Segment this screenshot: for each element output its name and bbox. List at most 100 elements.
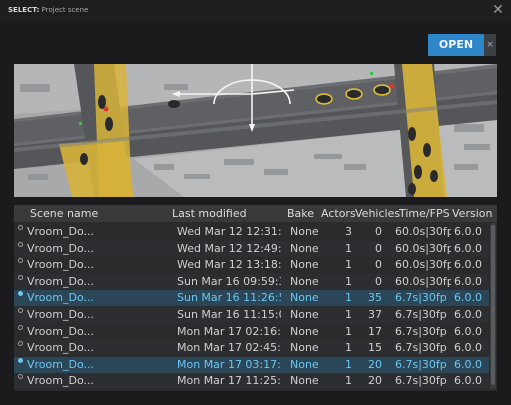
window-title: SELECT: Project scene [8,6,88,14]
scene-table: Scene name Last modified Bake Actors Veh… [14,205,497,391]
cell-actors: 1 [345,341,352,355]
cell-version: 6.0.0 [454,324,482,338]
cell-name: Vroom_Do... [27,341,94,355]
cell-name: Vroom_Do... [27,291,94,305]
cell-bake: None [290,258,319,272]
cell-time: 6.7s|30fp [395,341,447,355]
table-row[interactable]: Vroom_Do... Wed Mar 12 12:49:4 None 1 0 60.0s… [14,240,489,257]
table-row[interactable]: Vroom_Do... Mon Mar 17 03:17:3 None 1 20 6.7s… [14,356,489,373]
row-radio-icon[interactable] [18,341,23,347]
cell-version: 6.0.0 [454,374,482,388]
cell-version: 6.0.0 [454,274,482,288]
column-header-scene-name[interactable]: Scene name [30,207,98,220]
cell-bake: None [290,308,319,321]
cell-modified: Wed Mar 12 12:49:4 [177,241,281,255]
scene-preview-image [14,64,497,197]
cell-name: Vroom_Do... [27,274,94,288]
column-header-actors[interactable]: Actors [321,207,356,220]
cell-version: 6.0.0 [454,341,482,355]
row-radio-icon[interactable] [18,324,23,330]
cell-actors: 1 [345,241,352,255]
row-radio-icon[interactable] [18,308,23,313]
cell-modified: Sun Mar 16 11:26:5 [177,291,281,305]
cell-name: Vroom_Do... [27,324,94,338]
row-radio-icon[interactable] [18,291,23,297]
cell-name: Vroom_Do... [27,308,94,321]
cell-modified: Sun Mar 16 09:59:3 [177,274,281,288]
cell-bake: None [290,341,319,355]
column-header-bake[interactable]: Bake [287,207,314,220]
column-header-version[interactable]: Version [452,207,492,220]
cell-modified: Mon Mar 17 02:16:1 [177,324,281,338]
cell-time: 60.0s|30fp [395,225,451,238]
row-radio-icon[interactable] [18,241,23,247]
title-bar: SELECT: Project scene ✕ [0,0,511,22]
cell-actors: 1 [345,374,352,388]
table-row[interactable]: Vroom_Do... Wed Mar 12 13:18:4 None 1 0 60.0s… [14,257,489,273]
cell-time: 6.7s|30fp [395,374,447,388]
row-radio-icon[interactable] [18,274,23,280]
table-row[interactable]: Vroom_Do... Wed Mar 12 12:31:5 None 3 0 60.0s… [14,224,489,240]
cell-actors: 1 [345,357,352,371]
cell-name: Vroom_Do... [27,357,94,371]
cell-bake: None [290,241,319,255]
cell-version: 6.0.0 [454,225,482,238]
table-header: Scene name Last modified Bake Actors Veh… [14,205,497,222]
cell-vehicles: 0 [375,274,382,288]
table-row[interactable]: Vroom_Do... Mon Mar 17 02:45:4 None 1 15 6.7s… [14,340,489,357]
cell-modified: Mon Mar 17 11:25:5 [177,374,281,388]
table-row[interactable]: Vroom_Do... Sun Mar 16 11:15:0 None 1 37 6.7s… [14,307,489,323]
cell-name: Vroom_Do... [27,374,94,388]
cell-actors: 3 [345,225,352,238]
cell-actors: 1 [345,258,352,272]
row-radio-icon[interactable] [18,357,23,363]
cell-modified: Mon Mar 17 03:17:3 [177,357,281,371]
cell-modified: Sun Mar 16 11:15:0 [177,308,281,321]
table-row[interactable]: Vroom_Do... Mon Mar 17 11:25:5 None 1 20 6.7s… [14,373,489,390]
cell-time: 6.7s|30fp [395,357,447,371]
cell-vehicles: 20 [368,374,382,388]
open-options-button[interactable]: × [484,34,496,56]
row-radio-icon[interactable] [18,258,23,264]
cell-modified: Wed Mar 12 13:18:4 [177,258,281,272]
cell-modified: Wed Mar 12 12:31:5 [177,225,281,238]
table-row[interactable]: Vroom_Do... Sun Mar 16 09:59:3 None 1 0 60.0s… [14,273,489,290]
vertical-scrollbar[interactable] [490,223,496,389]
cell-time: 6.7s|30fp [395,308,447,321]
cell-name: Vroom_Do... [27,258,94,272]
row-radio-icon[interactable] [18,374,23,380]
close-icon[interactable]: ✕ [491,3,505,17]
cell-vehicles: 20 [368,357,382,371]
column-header-last-modified[interactable]: Last modified [172,207,247,220]
cell-time: 60.0s|30fp [395,241,451,255]
window-title-subtitle: Project scene [41,6,89,14]
cell-bake: None [290,274,319,288]
cell-time: 6.7s|30fp [395,291,447,305]
table-row[interactable]: Vroom_Do... Sun Mar 16 11:26:5 None 1 35 6.7s… [14,290,489,307]
cell-bake: None [290,374,319,388]
cell-bake: None [290,357,319,371]
cell-actors: 1 [345,291,352,305]
cell-bake: None [290,225,319,238]
cell-name: Vroom_Do... [27,241,94,255]
cell-actors: 1 [345,308,352,321]
column-header-time-fps[interactable]: Time/FPS [399,207,450,220]
cell-version: 6.0.0 [454,291,482,305]
cell-time: 60.0s|30fp [395,258,451,272]
cell-actors: 1 [345,324,352,338]
open-button[interactable]: OPEN [428,34,484,56]
cell-version: 6.0.0 [454,241,482,255]
cell-actors: 1 [345,274,352,288]
row-radio-icon[interactable] [18,225,23,230]
cell-vehicles: 17 [368,324,382,338]
scrollbar-thumb[interactable] [491,225,495,385]
cell-time: 6.7s|30fp [395,324,447,338]
cell-time: 60.0s|30fp [395,274,451,288]
cell-vehicles: 0 [375,258,382,272]
table-row[interactable]: Vroom_Do... Mon Mar 17 02:16:1 None 1 17 6.7s… [14,324,489,340]
cell-vehicles: 0 [375,225,382,238]
cell-vehicles: 35 [368,291,382,305]
cell-name: Vroom_Do... [27,225,94,238]
cell-modified: Mon Mar 17 02:45:4 [177,341,281,355]
column-header-vehicles[interactable]: Vehicles [355,207,400,220]
